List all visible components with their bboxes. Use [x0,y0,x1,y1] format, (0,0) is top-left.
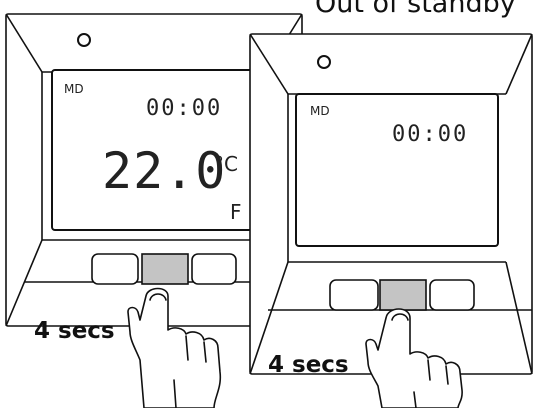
right-button-2-pressed[interactable] [379,279,427,311]
left-duration-caption: 4 secs [34,318,115,344]
diagram: MD 00:00 22.0 °C F MD 00:00 Out of stand… [0,0,536,409]
right-duration-caption: 4 secs [268,352,349,378]
thermostat-illustration [5,13,533,409]
left-temperature-unit: °C [214,152,238,176]
left-temperature-display: 22.0 [102,142,227,200]
right-button-1[interactable] [329,279,379,311]
left-button-2-pressed[interactable] [141,253,189,285]
right-button-3[interactable] [429,279,475,311]
right-time-display: 00:00 [392,122,469,147]
left-f-flag: F [230,200,242,224]
left-button-1[interactable] [91,253,139,285]
left-time-display: 00:00 [146,96,223,121]
left-button-3[interactable] [191,253,237,285]
right-mode-label: MD [310,104,330,118]
left-mode-label: MD [64,82,84,96]
out-of-standby-caption: Out of standby [315,0,516,19]
